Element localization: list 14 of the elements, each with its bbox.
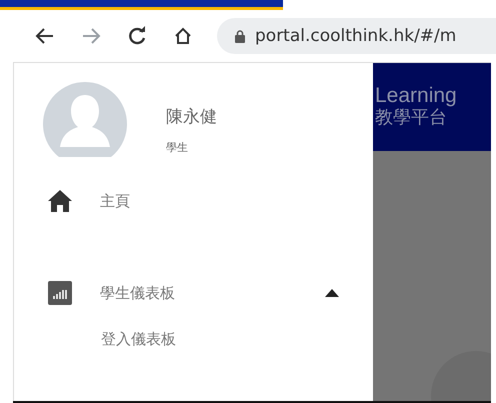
- home-icon: [48, 190, 72, 212]
- banner-title: Learning: [375, 85, 458, 107]
- nav-item[interactable]: 主頁: [14, 178, 373, 224]
- lock-icon: [235, 30, 245, 42]
- user-name: 陳永健: [166, 106, 217, 128]
- nav-item[interactable]: 學生儀表板: [14, 270, 373, 316]
- caret-icon[interactable]: [325, 289, 339, 297]
- address-bar[interactable]: portal.coolthink.hk/#/m: [217, 18, 496, 54]
- bar-chart-icon: [48, 281, 72, 305]
- avatar-icon: [42, 81, 128, 157]
- nav-subitem[interactable]: 登入儀表板: [14, 330, 373, 348]
- banner-subtitle: 教學平台: [375, 107, 448, 129]
- url-text: portal.coolthink.hk/#/m: [255, 26, 456, 46]
- user-role: 學生: [166, 140, 189, 155]
